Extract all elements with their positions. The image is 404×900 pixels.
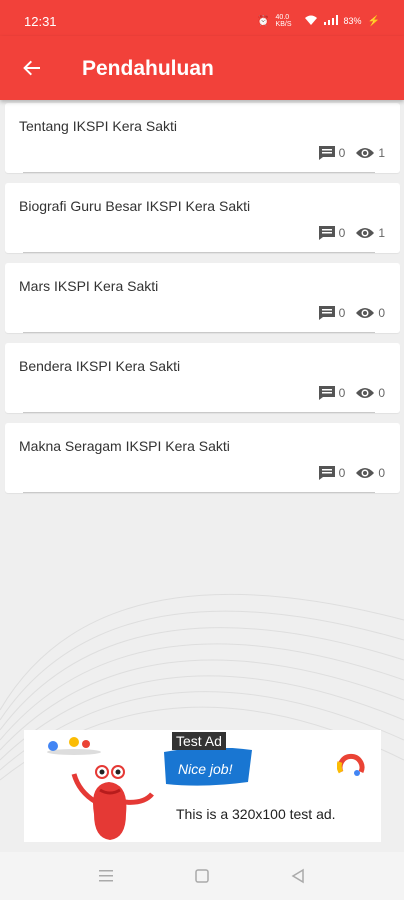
comment-count: 0 <box>338 146 346 160</box>
divider <box>23 332 375 333</box>
eye-icon <box>356 388 375 398</box>
comment-count: 0 <box>338 386 346 400</box>
ad-text: This is a 320x100 test ad. <box>176 806 336 822</box>
comment-count: 0 <box>338 226 346 240</box>
comment-count: 0 <box>338 306 346 320</box>
article-list: Tentang IKSPI Kera Sakti 0 1 Biografi Gu… <box>5 103 400 503</box>
list-item[interactable]: Makna Seragam IKSPI Kera Sakti 0 0 <box>5 423 400 493</box>
back-button[interactable] <box>16 52 48 84</box>
app-bar: Pendahuluan <box>0 36 404 100</box>
eye-icon <box>356 148 375 158</box>
eye-icon <box>356 228 375 238</box>
comment-icon <box>318 466 335 480</box>
item-stats: 0 0 <box>308 465 385 481</box>
alarm-icon: ⏰ <box>257 15 270 27</box>
list-item[interactable]: Mars IKSPI Kera Sakti 0 0 <box>5 263 400 333</box>
arrow-back-icon <box>23 60 40 76</box>
page-title: Pendahuluan <box>82 57 214 80</box>
eye-icon <box>356 308 375 318</box>
item-stats: 0 0 <box>308 305 385 321</box>
item-title: Tentang IKSPI Kera Sakti <box>19 118 177 134</box>
divider <box>23 412 375 413</box>
item-title: Mars IKSPI Kera Sakti <box>19 278 159 294</box>
view-count: 1 <box>378 146 385 160</box>
comment-icon <box>318 386 335 400</box>
battery-percent: 83% <box>343 16 362 26</box>
comment-icon <box>318 146 335 160</box>
status-time: 12:31 <box>24 14 57 29</box>
ad-logo-icon <box>337 753 365 776</box>
divider <box>23 172 375 173</box>
charging-icon: ⚡ <box>367 15 380 27</box>
recent-apps-icon[interactable] <box>96 866 116 886</box>
item-title: Makna Seragam IKSPI Kera Sakti <box>19 438 230 454</box>
status-icons: ⏰ 40.0 KB/S 83% ⚡ <box>257 14 380 28</box>
comment-count: 0 <box>338 466 346 480</box>
ad-flag-text: Nice job! <box>178 761 233 777</box>
system-nav-bar <box>0 852 404 900</box>
comment-icon <box>318 226 335 240</box>
divider <box>23 492 375 493</box>
comment-icon <box>318 306 335 320</box>
view-count: 0 <box>378 466 385 480</box>
item-stats: 0 1 <box>308 225 385 241</box>
divider <box>23 252 375 253</box>
status-bar: 12:31 ⏰ 40.0 KB/S 83% ⚡ <box>0 0 404 36</box>
home-icon[interactable] <box>192 866 212 886</box>
wifi-icon <box>304 15 318 28</box>
view-count: 0 <box>378 386 385 400</box>
item-stats: 0 0 <box>308 385 385 401</box>
back-nav-icon[interactable] <box>288 866 308 886</box>
ad-mascot-illustration <box>47 737 154 840</box>
view-count: 1 <box>378 226 385 240</box>
item-stats: 0 1 <box>308 145 385 161</box>
view-count: 0 <box>378 306 385 320</box>
item-title: Biografi Guru Besar IKSPI Kera Sakti <box>19 198 251 214</box>
ad-flag-banner: Nice job! <box>164 748 252 786</box>
eye-icon <box>356 468 375 478</box>
item-title: Bendera IKSPI Kera Sakti <box>19 358 181 374</box>
list-item[interactable]: Tentang IKSPI Kera Sakti 0 1 <box>5 103 400 173</box>
list-item[interactable]: Biografi Guru Besar IKSPI Kera Sakti 0 1 <box>5 183 400 253</box>
signal-icon <box>323 14 338 28</box>
network-speed: 40.0 KB/S <box>275 14 292 28</box>
ad-badge: Test Ad <box>172 732 226 750</box>
list-item[interactable]: Bendera IKSPI Kera Sakti 0 0 <box>5 343 400 413</box>
ad-banner[interactable]: Nice job! Test Ad This is a 320x100 test… <box>24 730 381 842</box>
